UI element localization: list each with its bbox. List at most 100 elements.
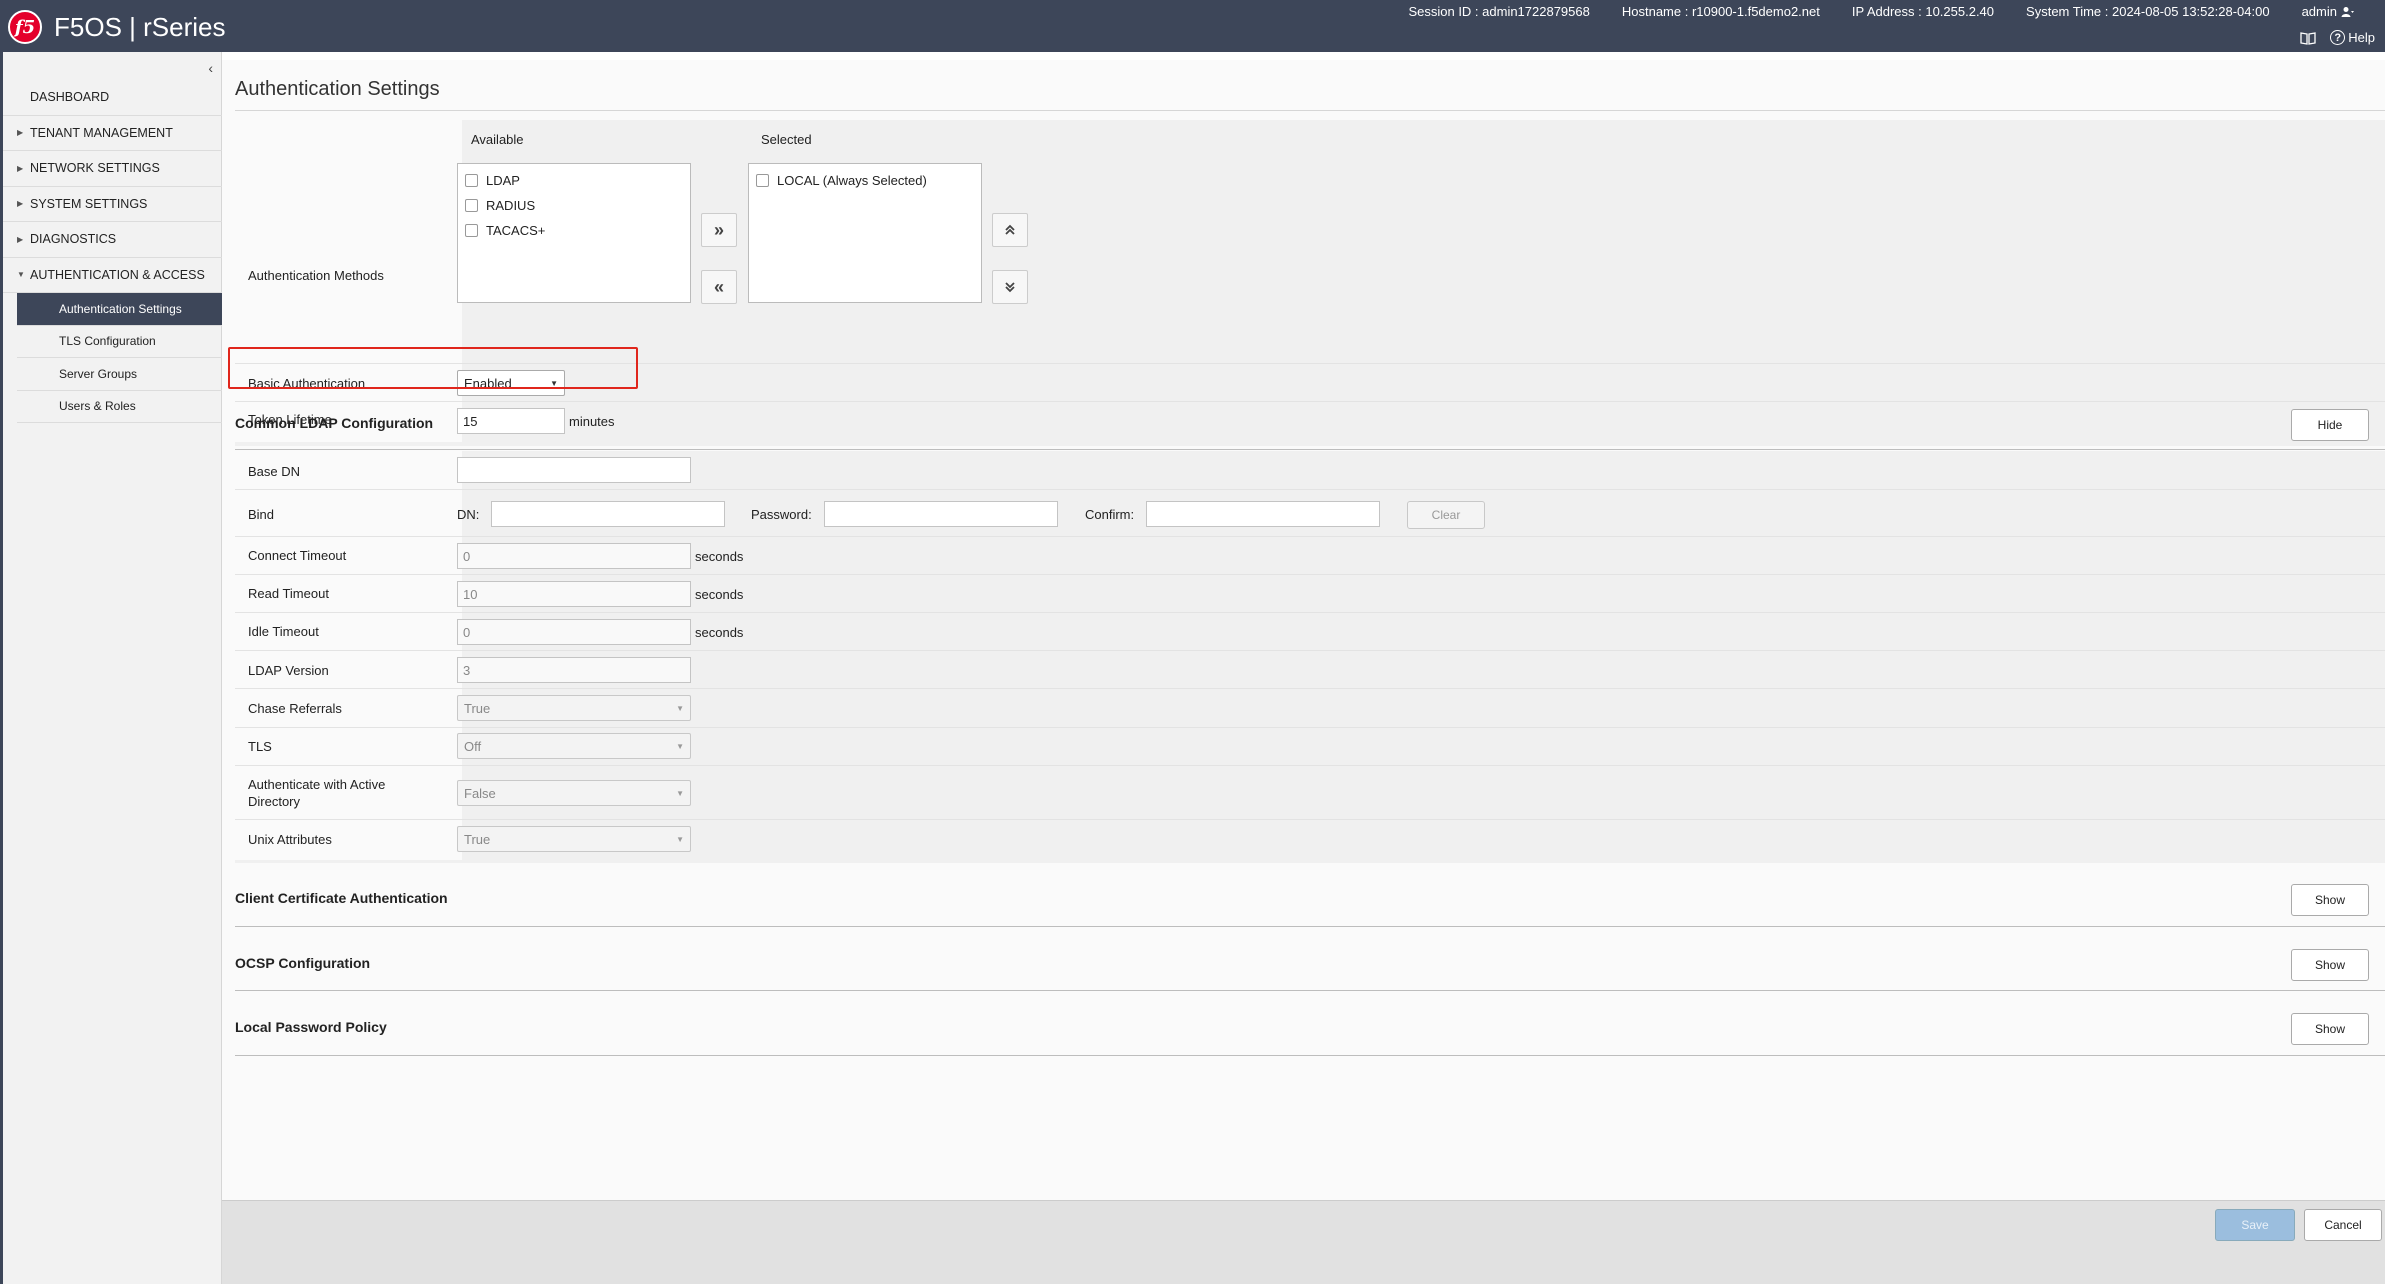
- unix-attributes-value: True: [464, 831, 491, 847]
- sidebar-item-label: AUTHENTICATION & ACCESS: [30, 267, 205, 282]
- token-lifetime-unit: minutes: [569, 414, 615, 429]
- help-icon: ?: [2330, 30, 2346, 45]
- sidebar-subitem-label: TLS Configuration: [59, 334, 156, 349]
- unix-attributes-select[interactable]: True ▼: [457, 826, 691, 852]
- footer-bar: Save Cancel: [222, 1200, 2385, 1284]
- checkbox[interactable]: [465, 174, 478, 187]
- main-content: Authentication Settings Authentication M…: [222, 60, 2385, 1200]
- available-list[interactable]: LDAP RADIUS TACACS+: [457, 163, 691, 303]
- ldap-section-divider: [235, 449, 2385, 450]
- ldap-version-label: LDAP Version: [248, 663, 329, 678]
- sidebar-subitem-authentication-settings[interactable]: Authentication Settings: [17, 293, 222, 326]
- idle-timeout-input[interactable]: 0: [457, 619, 691, 645]
- page-title: Authentication Settings: [235, 78, 440, 100]
- sidebar-subitem-label: Authentication Settings: [59, 301, 182, 316]
- selected-list[interactable]: LOCAL (Always Selected): [748, 163, 982, 303]
- list-item-label: LDAP: [486, 173, 520, 188]
- book-icon[interactable]: [2300, 31, 2316, 45]
- ldap-version-input[interactable]: 3: [457, 657, 691, 683]
- password-policy-show-button[interactable]: Show: [2291, 1013, 2369, 1045]
- idle-timeout-label: Idle Timeout: [248, 624, 319, 639]
- read-timeout-row: Read Timeout 10 seconds: [235, 575, 2385, 613]
- help-button[interactable]: ? Help: [2330, 30, 2375, 45]
- chase-referrals-value: True: [464, 700, 491, 716]
- sidebar-subitem-users-roles[interactable]: Users & Roles: [17, 391, 222, 423]
- dn-label: DN:: [457, 507, 480, 522]
- sidebar-subitem-server-groups[interactable]: Server Groups: [17, 358, 222, 391]
- read-timeout-input[interactable]: 10: [457, 581, 691, 607]
- caret-right-icon: ▶: [17, 163, 24, 173]
- ldap-hide-button[interactable]: Hide: [2291, 409, 2369, 441]
- help-label: Help: [2348, 30, 2375, 45]
- auth-settings-panel: Authentication Methods Available Selecte…: [235, 120, 2385, 446]
- list-item-radius[interactable]: RADIUS: [458, 193, 690, 218]
- tls-select[interactable]: Off ▼: [457, 733, 691, 759]
- sidebar-subitem-label: Users & Roles: [59, 399, 136, 414]
- auth-methods-label: Authentication Methods: [248, 268, 384, 283]
- client-cert-section-title: Client Certificate Authentication: [235, 890, 448, 906]
- base-dn-input[interactable]: [457, 457, 691, 483]
- sidebar-item-label: SYSTEM SETTINGS: [30, 196, 148, 211]
- sidebar: ‹ DASHBOARD ▶ TENANT MANAGEMENT ▶ NETWORK …: [0, 52, 222, 1284]
- collapse-sidebar-icon[interactable]: ‹: [208, 60, 213, 76]
- brand[interactable]: f5 F5OS | rSeries: [8, 10, 225, 44]
- clear-button[interactable]: Clear: [1407, 501, 1485, 529]
- idle-timeout-row: Idle Timeout 0 seconds: [235, 613, 2385, 651]
- base-dn-row: Base DN: [235, 451, 2385, 490]
- ocsp-show-button[interactable]: Show: [2291, 949, 2369, 981]
- list-item-ldap[interactable]: LDAP: [458, 168, 690, 193]
- active-directory-select[interactable]: False ▼: [457, 780, 691, 806]
- sidebar-item-authentication-access[interactable]: ▼ AUTHENTICATION & ACCESS: [3, 258, 222, 293]
- sidebar-item-network-settings[interactable]: ▶ NETWORK SETTINGS: [3, 151, 222, 187]
- sidebar-item-tenant-management[interactable]: ▶ TENANT MANAGEMENT: [3, 116, 222, 151]
- sidebar-item-system-settings[interactable]: ▶ SYSTEM SETTINGS: [3, 187, 222, 222]
- sidebar-item-diagnostics[interactable]: ▶ DIAGNOSTICS: [3, 222, 222, 258]
- bind-dn-input[interactable]: [491, 501, 725, 527]
- active-directory-value: False: [464, 785, 496, 801]
- active-directory-row: Authenticate with Active Directory False…: [235, 766, 2385, 820]
- client-cert-show-button[interactable]: Show: [2291, 884, 2369, 916]
- bind-confirm-input[interactable]: [1146, 501, 1380, 527]
- user-menu[interactable]: admin: [2302, 4, 2355, 19]
- move-left-button[interactable]: «: [701, 270, 737, 304]
- checkbox[interactable]: [756, 174, 769, 187]
- token-lifetime-row: Token Lifetime 15 minutes: [235, 402, 2385, 442]
- user-icon: [2341, 6, 2354, 17]
- list-item-label: LOCAL (Always Selected): [777, 173, 927, 188]
- help-row: ? Help: [2300, 30, 2375, 45]
- unix-attributes-label: Unix Attributes: [248, 832, 332, 847]
- ocsp-section-title: OCSP Configuration: [235, 955, 371, 971]
- ldap-section-title: Common LDAP Configuration: [235, 415, 434, 431]
- system-time: System Time : 2024-08-05 13:52:28-04:00: [2026, 4, 2270, 19]
- list-item-local[interactable]: LOCAL (Always Selected): [749, 168, 981, 193]
- caret-right-icon: ▶: [17, 199, 24, 209]
- unix-attributes-row: Unix Attributes True ▼: [235, 820, 2385, 860]
- sidebar-subitem-tls-configuration[interactable]: TLS Configuration: [17, 326, 222, 358]
- session-info: Session ID : admin1722879568 Hostname : …: [1408, 4, 2355, 19]
- sidebar-subitem-label: Server Groups: [59, 366, 138, 381]
- read-timeout-label: Read Timeout: [248, 586, 329, 601]
- sidebar-item-label: DIAGNOSTICS: [30, 232, 117, 247]
- checkbox[interactable]: [465, 199, 478, 212]
- tls-value: Off: [464, 738, 482, 754]
- ip-address: IP Address : 10.255.2.40: [1851, 4, 1995, 19]
- move-right-button[interactable]: »: [701, 213, 737, 247]
- list-item-tacacs[interactable]: TACACS+: [458, 218, 690, 243]
- save-button[interactable]: Save: [2215, 1209, 2295, 1241]
- highlight-box: [228, 347, 638, 389]
- chase-referrals-row: Chase Referrals True ▼: [235, 689, 2385, 728]
- f5-logo: f5: [8, 10, 42, 44]
- connect-timeout-input[interactable]: 0: [457, 543, 691, 569]
- bind-password-input[interactable]: [824, 501, 1058, 527]
- read-timeout-unit: seconds: [695, 587, 744, 602]
- checkbox[interactable]: [465, 224, 478, 237]
- list-item-label: RADIUS: [486, 198, 536, 213]
- move-up-button[interactable]: [992, 213, 1028, 247]
- dropdown-arrow-icon: ▼: [676, 741, 684, 751]
- token-lifetime-input[interactable]: 15: [457, 408, 565, 434]
- caret-down-icon: ▼: [17, 270, 25, 280]
- cancel-button[interactable]: Cancel: [2304, 1209, 2382, 1241]
- chase-referrals-select[interactable]: True ▼: [457, 695, 691, 721]
- move-down-button[interactable]: [992, 270, 1028, 304]
- sidebar-item-dashboard[interactable]: DASHBOARD: [3, 80, 222, 116]
